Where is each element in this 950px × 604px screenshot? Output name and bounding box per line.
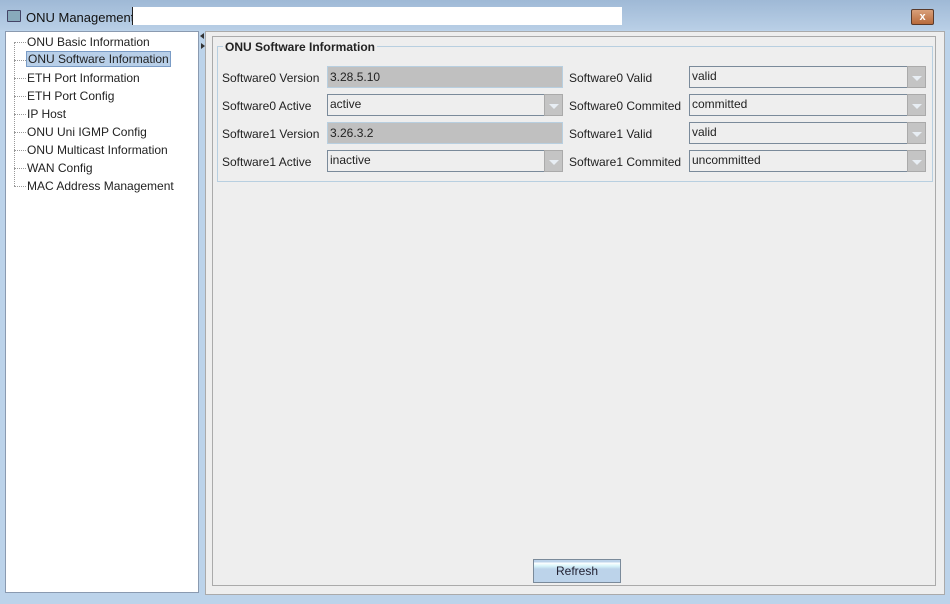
software0-active-select[interactable]: active — [327, 94, 563, 116]
tree-connector — [14, 168, 26, 169]
tree-item-onu-basic-information[interactable]: ONU Basic Information — [26, 34, 151, 50]
software0-version-label: Software0 Version — [222, 71, 320, 85]
software1-version-field: 3.26.3.2 — [327, 122, 563, 144]
tree-item-wan-config[interactable]: WAN Config — [26, 160, 94, 176]
tree-item-onu-uni-igmp-config[interactable]: ONU Uni IGMP Config — [26, 124, 148, 140]
software1-active-value: inactive — [330, 153, 371, 167]
software1-commited-select[interactable]: uncommitted — [689, 150, 926, 172]
tree-connector — [14, 114, 26, 115]
software0-commited-label: Software0 Commited — [569, 99, 682, 113]
tree-item-ip-host[interactable]: IP Host — [26, 106, 67, 122]
chevron-down-icon[interactable] — [907, 94, 926, 116]
software1-valid-label: Software1 Valid — [569, 127, 653, 141]
software1-valid-value: valid — [692, 125, 717, 139]
software0-version-field: 3.28.5.10 — [327, 66, 563, 88]
chevron-down-icon[interactable] — [907, 66, 926, 88]
tree-item-onu-software-information[interactable]: ONU Software Information — [26, 51, 171, 67]
content-panel: ONU Software Information Software0 Versi… — [205, 31, 945, 595]
software1-active-select[interactable]: inactive — [327, 150, 563, 172]
close-button[interactable]: x — [911, 9, 934, 25]
tree-connector — [14, 78, 26, 79]
software0-valid-value: valid — [692, 69, 717, 83]
tree-item-mac-address-management[interactable]: MAC Address Management — [26, 178, 175, 194]
navigation-tree: ONU Basic Information ONU Software Infor… — [5, 31, 199, 593]
tree-item-eth-port-config[interactable]: ETH Port Config — [26, 88, 115, 104]
tree-connector — [14, 60, 26, 61]
software0-valid-select[interactable]: valid — [689, 66, 926, 88]
content-inner-panel: ONU Software Information Software0 Versi… — [212, 36, 936, 586]
title-text-field[interactable] — [132, 7, 622, 25]
group-title: ONU Software Information — [223, 40, 378, 54]
chevron-down-icon[interactable] — [907, 150, 926, 172]
tree-item-eth-port-information[interactable]: ETH Port Information — [26, 70, 141, 86]
tree-item-onu-multicast-information[interactable]: ONU Multicast Information — [26, 142, 169, 158]
tree-connector — [14, 96, 26, 97]
software1-valid-select[interactable]: valid — [689, 122, 926, 144]
computer-icon — [7, 10, 21, 22]
software0-commited-value: committed — [692, 97, 748, 111]
tree-connector — [14, 186, 26, 187]
software1-version-label: Software1 Version — [222, 127, 320, 141]
software0-commited-select[interactable]: committed — [689, 94, 926, 116]
software1-commited-label: Software1 Commited — [569, 155, 682, 169]
chevron-down-icon[interactable] — [544, 94, 563, 116]
software-information-group: ONU Software Information Software0 Versi… — [217, 40, 933, 182]
chevron-down-icon[interactable] — [907, 122, 926, 144]
software1-commited-value: uncommitted — [692, 153, 761, 167]
tree-connector — [14, 42, 26, 43]
tree-connector — [14, 150, 26, 151]
software0-active-label: Software0 Active — [222, 99, 312, 113]
software0-active-value: active — [330, 97, 362, 111]
window-title: ONU Management( — [26, 10, 139, 25]
refresh-button[interactable]: Refresh — [533, 559, 621, 583]
tree-connector — [14, 132, 26, 133]
software0-valid-label: Software0 Valid — [569, 71, 653, 85]
chevron-down-icon[interactable] — [544, 150, 563, 172]
title-bar: ONU Management( x — [0, 0, 950, 30]
collapse-left-icon[interactable] — [200, 33, 204, 39]
software1-active-label: Software1 Active — [222, 155, 312, 169]
